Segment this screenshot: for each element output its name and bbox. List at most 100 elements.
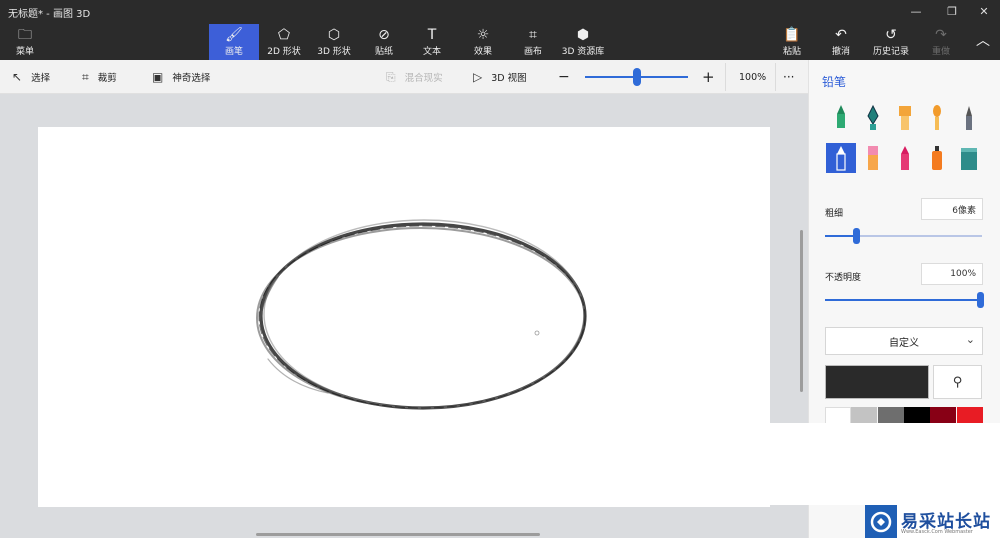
close-icon: ✕: [979, 4, 989, 18]
watercolor-brush[interactable]: [922, 103, 952, 133]
mixed-reality-icon: ⎘: [386, 69, 396, 84]
watercolor-icon: [933, 105, 941, 130]
watermark-subtext: Www.Easck.Com Webmaster: [901, 529, 973, 535]
marker-brush[interactable]: [826, 103, 856, 133]
collapse-ribbon-button[interactable]: ︿: [972, 24, 994, 60]
pixel-pen-brush[interactable]: [954, 103, 984, 133]
crayon-icon: [901, 146, 909, 170]
tab-text[interactable]: T 文本: [414, 24, 450, 60]
opacity-label: 不透明度: [825, 273, 862, 283]
crop-tool[interactable]: ⌗ 裁剪: [82, 60, 117, 94]
chevron-down-icon: ⌄: [965, 333, 975, 346]
minus-icon: −: [558, 69, 570, 85]
oil-brush-icon: [899, 106, 911, 130]
minimize-button[interactable]: —: [898, 0, 934, 22]
thickness-slider-thumb[interactable]: [853, 228, 861, 244]
spray-can-brush[interactable]: [922, 143, 952, 173]
more-options-button[interactable]: ···: [783, 60, 794, 94]
drawing-canvas[interactable]: [38, 127, 770, 507]
pencil-brush[interactable]: [826, 143, 856, 173]
calligraphy-pen-brush[interactable]: [858, 103, 888, 133]
zoom-slider-thumb[interactable]: [632, 68, 641, 86]
fill-bucket-brush[interactable]: [954, 143, 984, 173]
thickness-slider-fill: [825, 235, 857, 237]
selected-color-swatch[interactable]: [825, 365, 929, 399]
opacity-slider-fill: [825, 299, 982, 301]
cube-icon: ⬡: [327, 26, 341, 43]
paste-button[interactable]: 📋 粘贴: [777, 24, 807, 60]
view-3d-icon: ▷: [473, 70, 483, 84]
folder-icon: 🗀: [18, 26, 32, 43]
eraser-brush[interactable]: [858, 143, 888, 173]
pencil-ellipse-drawing: [256, 219, 587, 410]
tab-brushes[interactable]: 🖌 画笔: [209, 24, 259, 60]
history-button[interactable]: ↺ 历史记录: [869, 24, 913, 60]
spray-can-icon: [932, 146, 942, 170]
library-icon: ⬢: [576, 26, 590, 43]
fill-bucket-icon: [961, 148, 977, 170]
sticker-icon: ⊘: [378, 26, 390, 43]
zoom-level-value[interactable]: 100%: [739, 60, 766, 94]
toolbar-divider: [775, 63, 776, 91]
zoom-out-button[interactable]: −: [558, 60, 570, 94]
tab-3d-library[interactable]: ⬢ 3D 资源库: [560, 24, 606, 60]
opacity-slider-track[interactable]: [825, 299, 982, 301]
2d-shapes-icon: ⬠: [277, 26, 291, 43]
maximize-button[interactable]: ❐: [934, 0, 970, 22]
site-watermark: 易采站长站 Www.Easck.Com Webmaster: [865, 505, 1000, 538]
horizontal-scrollbar[interactable]: [256, 533, 540, 536]
pencil-icon: [836, 146, 846, 171]
plus-icon: +: [702, 68, 715, 86]
view-3d-button[interactable]: ▷ 3D 视图: [473, 60, 527, 94]
sun-icon: ☼: [476, 26, 490, 43]
menu-button[interactable]: 🗀 菜单: [4, 24, 46, 60]
chevron-up-icon: ︿: [976, 33, 990, 49]
mixed-reality-button[interactable]: ⎘ 混合现实: [386, 60, 443, 94]
thickness-label: 粗细: [825, 209, 844, 219]
magic-select-tool[interactable]: ▣ 神奇选择: [152, 60, 210, 94]
redo-icon: ↷: [935, 26, 947, 43]
pixel-pen-icon: [966, 106, 972, 130]
opacity-input[interactable]: 100%: [921, 263, 983, 285]
tab-canvas[interactable]: ⌗ 画布: [515, 24, 551, 60]
opacity-slider-thumb[interactable]: [977, 292, 984, 308]
watermark-logo-icon: [865, 505, 897, 538]
crayon-brush[interactable]: [890, 143, 920, 173]
marker-icon: [837, 105, 845, 128]
minimize-icon: —: [910, 4, 922, 18]
tab-3d-shapes[interactable]: ⬡ 3D 形状: [312, 24, 356, 60]
maximize-icon: ❐: [947, 4, 957, 18]
canvas-icon: ⌗: [529, 26, 537, 43]
panel-title: 铅笔: [822, 75, 847, 89]
magic-select-icon: ▣: [152, 70, 164, 84]
select-tool[interactable]: ↖ 选择: [12, 60, 50, 94]
cursor-icon: ↖: [12, 70, 23, 84]
clipboard-icon: 📋: [783, 26, 801, 43]
brush-preset-dropdown[interactable]: 自定义 ⌄: [825, 327, 983, 355]
tab-effects[interactable]: ☼ 效果: [465, 24, 501, 60]
eyedropper-button[interactable]: ⚲: [933, 365, 982, 399]
text-icon: T: [427, 26, 437, 43]
calligraphy-pen-icon: [867, 104, 879, 130]
history-icon: ↺: [885, 26, 897, 43]
thickness-input[interactable]: 6像素: [921, 198, 983, 220]
watermark-backdrop: [745, 423, 1000, 505]
preset-value: 自定义: [889, 337, 919, 349]
eraser-icon: [868, 146, 878, 170]
title-ribbon-bar: 无标题* - 画图 3D — ❐ ✕ 🗀 菜单 🖌 画笔 ⬠ 2D 形状 ⬡ 3…: [0, 0, 1000, 60]
vertical-scrollbar[interactable]: [800, 230, 803, 392]
undo-button[interactable]: ↶ 撤消: [826, 24, 856, 60]
brush-icon: 🖌: [225, 26, 243, 43]
redo-button[interactable]: ↷ 重做: [926, 24, 956, 60]
zoom-in-button[interactable]: +: [702, 60, 715, 94]
thickness-slider-track[interactable]: [825, 235, 982, 237]
undo-icon: ↶: [835, 26, 847, 43]
close-button[interactable]: ✕: [966, 0, 1000, 22]
eyedropper-icon: ⚲: [952, 374, 963, 390]
oil-brush[interactable]: [890, 103, 920, 133]
tab-stickers[interactable]: ⊘ 贴纸: [366, 24, 402, 60]
crop-icon: ⌗: [82, 69, 89, 84]
toolbar-divider: [725, 63, 726, 91]
tab-2d-shapes[interactable]: ⬠ 2D 形状: [263, 24, 305, 60]
window-title: 无标题* - 画图 3D: [8, 9, 91, 20]
